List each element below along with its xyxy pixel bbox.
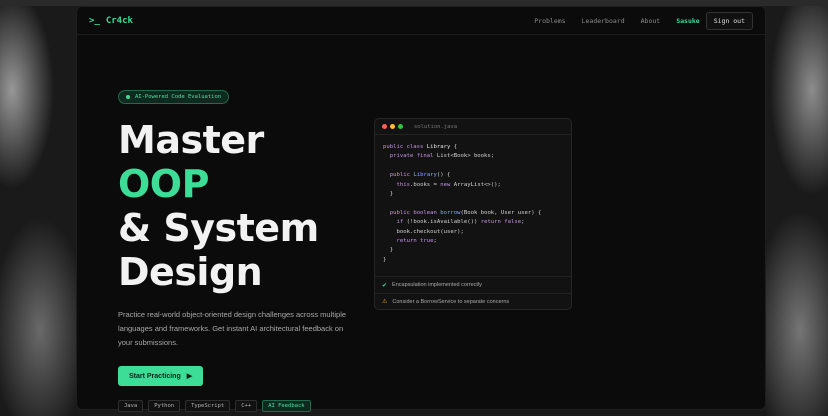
code-block: public class Library { private final Lis… (383, 144, 542, 263)
close-dot-icon (382, 124, 387, 129)
headline-part-1: Master (118, 118, 264, 162)
sign-out-button[interactable]: Sign out (705, 11, 753, 30)
hero-headline: Master OOP & System Design (118, 118, 358, 294)
maximize-dot-icon (398, 124, 403, 129)
nav-link-about[interactable]: About (641, 17, 661, 25)
headline-part-3: Design (118, 250, 263, 294)
tag-python: Python (148, 400, 181, 412)
editor-titlebar: solution.java (375, 119, 571, 135)
tag-cpp: C++ (235, 400, 258, 412)
ai-badge-label: AI-Powered Code Evaluation (135, 94, 222, 100)
ai-badge: AI-Powered Code Evaluation (118, 90, 230, 104)
nav-link-leaderboard[interactable]: Leaderboard (582, 17, 625, 25)
tag-ai-feedback: AI Feedback (262, 400, 311, 412)
hero-subtitle: Practice real-world object-oriented desi… (118, 310, 347, 347)
start-practicing-button[interactable]: Start Practicing ▶ (118, 366, 204, 386)
hero-section: AI-Powered Code Evaluation Master OOP & … (118, 86, 358, 412)
headline-part-2: & System (118, 206, 319, 250)
editor-filename: solution.java (414, 123, 458, 130)
feedback-warning-text: Consider a BorrowService to separate con… (392, 298, 510, 305)
feedback-ok-text: Encapsulation implemented correctly (392, 282, 482, 288)
play-icon: ▶ (186, 373, 193, 380)
status-dot-icon (126, 95, 130, 99)
top-navbar: >_ Cr4ck Problems Leaderboard About Sasu… (77, 7, 765, 35)
feedback-item-ok: ✔ Encapsulation implemented correctly (375, 277, 571, 293)
brand-name: Cr4ck (105, 15, 133, 26)
terminal-prompt-icon: >_ (89, 15, 100, 26)
warning-icon: ⚠ (382, 299, 388, 305)
ai-feedback-panel: ✔ Encapsulation implemented correctly ⚠ … (375, 276, 571, 309)
brand-logo[interactable]: >_ Cr4ck (89, 16, 133, 26)
user-name[interactable]: Sasuke (676, 17, 699, 25)
tag-typescript: TypeScript (185, 400, 231, 412)
tag-java: Java (118, 400, 144, 412)
minimize-dot-icon (390, 124, 395, 129)
headline-accent: OOP (118, 162, 209, 206)
language-tags: Java Python TypeScript C++ AI Feedback (118, 400, 358, 412)
start-practicing-label: Start Practicing (129, 372, 181, 380)
nav-link-problems[interactable]: Problems (534, 17, 565, 25)
feedback-item-warning: ⚠ Consider a BorrowService to separate c… (375, 293, 571, 309)
code-editor-preview: solution.java public class Library { pri… (374, 118, 572, 310)
check-icon: ✔ (382, 282, 388, 289)
nav-links: Problems Leaderboard About Sasuke Sign o… (534, 11, 753, 30)
